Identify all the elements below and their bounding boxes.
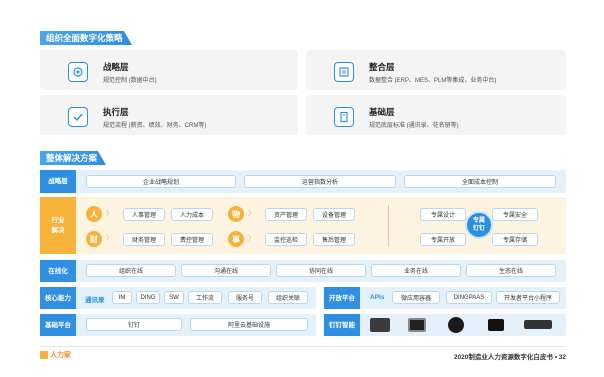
integration-icon (334, 62, 354, 82)
pill-item: 微应用容器 (392, 291, 440, 304)
pill-item: 人力成本 (171, 208, 213, 221)
row-open: 开放平台 APIs 微应用容器 DINGPAAS 开发者平台小程序 (324, 287, 566, 309)
card-title: 执行层 (103, 107, 129, 117)
footer-divider (40, 346, 566, 347)
pill-item: IM (112, 291, 132, 304)
row-label: 在线化 (40, 260, 76, 282)
pill-item: 组织在线 (86, 264, 176, 277)
footer-logo: 人力家 (40, 350, 71, 360)
dedicated-dingtalk-badge: 专属钉钉 (465, 211, 493, 239)
affair-glyph: 事 (228, 231, 244, 247)
pill-item: 开发者平台小程序 (496, 291, 560, 304)
pill-item: 监控巡检 (265, 233, 307, 246)
card-title: 整合层 (369, 62, 395, 72)
row-base: 基础平台 钉钉 阿里云基础设施 (40, 314, 316, 336)
execution-icon (68, 107, 88, 127)
row-online: 在线化 组织在线 沟通在线 协同在线 业务在线 生态在线 (40, 260, 566, 282)
row-industry: 行业解决 人 〉 人事管理 人力成本 物 〉 资产管理 设备管理 财 〉 财务管… (40, 197, 566, 254)
pill-item: 协同在线 (276, 264, 366, 277)
card-title: 战略层 (103, 62, 129, 72)
strategy-icon (68, 62, 88, 82)
pill-item: DING (136, 291, 160, 304)
pill-item: 阿里云基础设施 (190, 318, 308, 331)
card-desc: 规范控制 (数据中台) (103, 78, 157, 84)
pill-item: 费控管理 (171, 233, 213, 246)
device-conference-kit-icon (524, 320, 552, 329)
card-integration-layer: 整合层 数据整合 (ERP、MES、PLM等集成，业务中台) (306, 50, 566, 90)
row-hardware: 钉钉智能 (324, 314, 566, 336)
object-glyph: 物 (228, 206, 244, 222)
card-desc: 数据整合 (ERP、MES、PLM等集成，业务中台) (369, 78, 497, 84)
people-glyph: 人 (86, 206, 102, 222)
logo-text: 人力家 (50, 352, 71, 359)
card-execution-layer: 执行层 规范流程 (薪资、绩效、财务、CRM等) (40, 95, 298, 135)
pill-item: 专属安全 (492, 208, 538, 221)
arrow-icon: 〉 (106, 210, 113, 217)
page: 组织全面数字化策略 战略层 规范控制 (数据中台) 整合层 数据整合 (ERP、… (0, 0, 604, 377)
section-title-strategy: 组织全面数字化策略 (40, 31, 132, 45)
pill-item: 沟通在线 (181, 264, 271, 277)
pill-item: 专属设计 (420, 208, 466, 221)
row-label: 核心能力 (40, 287, 76, 309)
pill-item: 组织关联 (268, 291, 308, 304)
logo-mark-icon (40, 351, 48, 359)
row-label: 开放平台 (324, 287, 360, 309)
pill-item: 全面成本控制 (404, 175, 556, 188)
device-screen-icon (408, 318, 426, 332)
pill-item: 售后管理 (313, 233, 355, 246)
section-title-solution: 整体解决方案 (40, 151, 106, 165)
pill-item: 资产管理 (265, 208, 307, 221)
footer-text: 2020制造业人力资源数字化白皮书 • 32 (453, 354, 566, 361)
row-strategy: 战略层 企业战略规划 运营指数分析 全面成本控制 (40, 170, 566, 193)
device-camera-icon (448, 317, 464, 333)
pill-item: 人事管理 (123, 208, 165, 221)
pill-item: 运营指数分析 (244, 175, 396, 188)
pill-item: SW (164, 291, 184, 304)
divider (388, 205, 389, 247)
pill-item: 设备管理 (313, 208, 355, 221)
row-label: 战略层 (40, 170, 76, 193)
pill-item: 专属存储 (492, 233, 538, 246)
card-desc: 规范流程 (薪资、绩效、财务、CRM等) (103, 123, 207, 129)
pill-item: 企业战略规划 (86, 175, 236, 188)
pill-item: 业务在线 (371, 264, 461, 277)
card-desc: 规范底层标准 (通讯录、花名册等) (369, 123, 459, 129)
pill-item: 财务管理 (123, 233, 165, 246)
arrow-icon: 〉 (106, 235, 113, 242)
row-label: 基础平台 (40, 314, 76, 336)
arrow-icon: 〉 (248, 235, 255, 242)
row-label: 钉钉智能 (324, 314, 360, 336)
pill-item: 钉钉 (86, 318, 182, 331)
card-title: 基础层 (369, 107, 395, 117)
pill-item: 服务号 (228, 291, 262, 304)
pill-item: DINGPAAS (446, 291, 492, 304)
pill-item: 工作流 (188, 291, 222, 304)
card-foundation-layer: 基础层 规范底层标准 (通讯录、花名册等) (306, 95, 566, 135)
foundation-icon (334, 107, 354, 127)
device-attendance-machine-icon (370, 318, 390, 332)
open-sub: APIs (370, 294, 385, 301)
device-box-icon (488, 319, 504, 331)
finance-glyph: 财 (86, 231, 102, 247)
row-label: 行业解决 (40, 197, 76, 254)
arrow-icon: 〉 (248, 210, 255, 217)
row-core: 核心能力 通讯录 IM DING SW 工作流 服务号 组织关联 (40, 287, 316, 309)
card-strategy-layer: 战略层 规范控制 (数据中台) (40, 50, 298, 90)
pill-item: 专属开放 (420, 233, 466, 246)
core-sub: 通讯录 (85, 297, 105, 304)
pill-item: 生态在线 (466, 264, 556, 277)
